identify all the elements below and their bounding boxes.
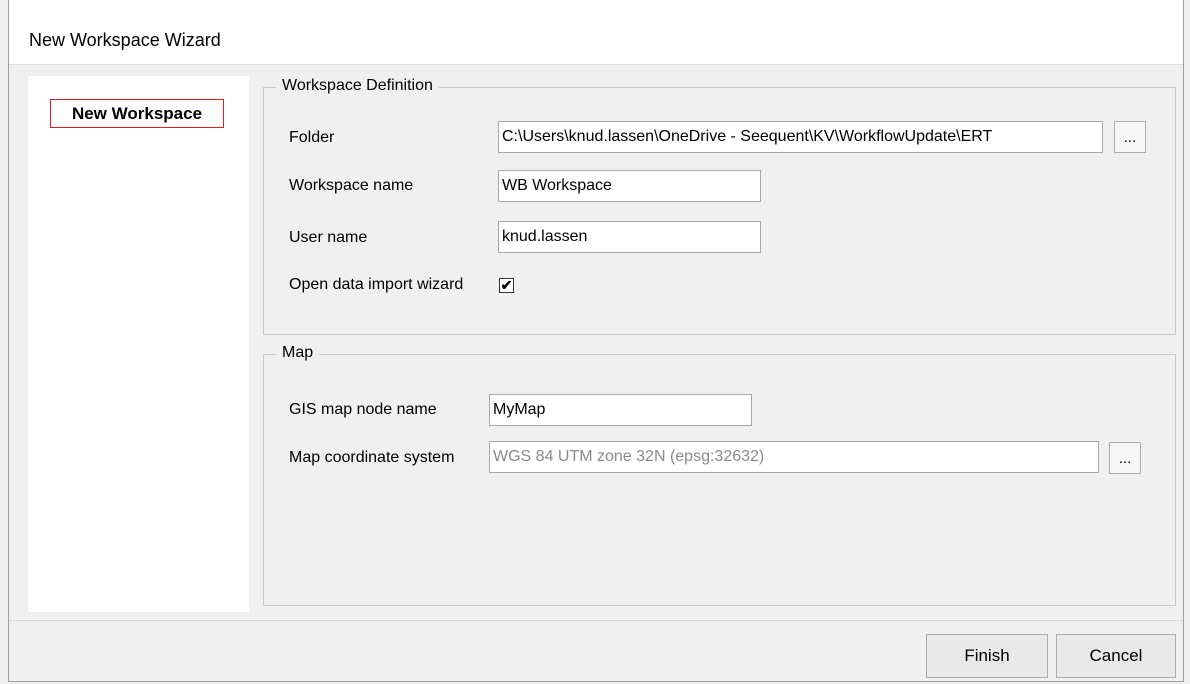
gis-map-node-input[interactable]: MyMap <box>489 394 752 426</box>
wizard-steps-sidebar: New Workspace <box>28 76 249 612</box>
coordinate-system-browse-button[interactable]: ... <box>1109 442 1141 474</box>
title-bar: New Workspace Wizard <box>9 0 1183 65</box>
workspace-name-input[interactable]: WB Workspace <box>498 170 761 202</box>
finish-button[interactable]: Finish <box>926 634 1048 678</box>
footer-separator <box>9 620 1183 621</box>
workspace-name-label: Workspace name <box>289 177 414 194</box>
step-new-workspace[interactable]: New Workspace <box>50 99 224 128</box>
map-group: Map GIS map node name MyMap Map coordina… <box>263 344 1176 606</box>
workspace-definition-legend: Workspace Definition <box>276 77 439 95</box>
gis-map-node-label: GIS map node name <box>289 401 437 418</box>
open-import-wizard-label: Open data import wizard <box>289 276 464 293</box>
folder-label: Folder <box>289 129 335 146</box>
folder-browse-button[interactable]: ... <box>1114 121 1146 153</box>
map-coordinate-system-label: Map coordinate system <box>289 449 455 466</box>
map-coordinate-system-input[interactable]: WGS 84 UTM zone 32N (epsg:32632) <box>489 441 1099 473</box>
wizard-window: New Workspace Wizard New Workspace Works… <box>8 0 1184 682</box>
folder-input[interactable]: C:\Users\knud.lassen\OneDrive - Seequent… <box>498 121 1103 153</box>
user-name-input[interactable]: knud.lassen <box>498 221 761 253</box>
workspace-definition-group: Workspace Definition Folder C:\Users\knu… <box>263 77 1176 335</box>
cancel-button[interactable]: Cancel <box>1056 634 1176 678</box>
window-title: New Workspace Wizard <box>29 30 221 50</box>
map-legend: Map <box>276 344 320 362</box>
user-name-label: User name <box>289 229 368 246</box>
open-import-wizard-checkbox[interactable]: ✔ <box>499 278 514 293</box>
